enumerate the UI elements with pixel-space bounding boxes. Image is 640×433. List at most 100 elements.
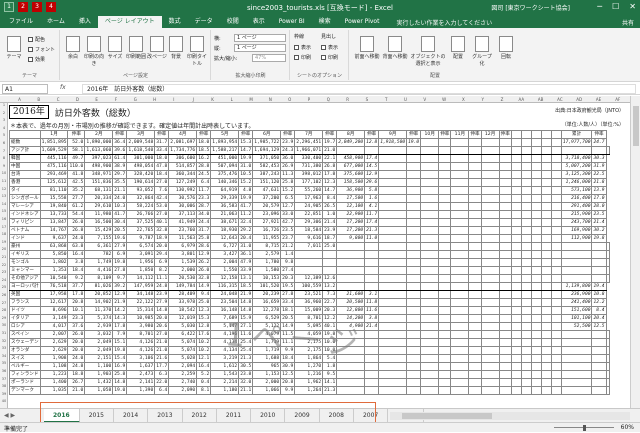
data-cell[interactable]: 68,131 [84,186,114,195]
data-cell[interactable] [560,362,593,371]
data-cell[interactable]: 10.2 [196,346,212,355]
row-header[interactable]: 25 [0,285,8,289]
theme-button[interactable]: テーマ [4,36,24,60]
data-cell[interactable] [364,386,380,395]
data-cell[interactable]: 348,971 [84,170,114,179]
data-cell[interactable]: 190,614 [126,178,156,187]
data-cell[interactable]: 29,610 [84,202,114,211]
data-cell[interactable] [550,330,562,339]
data-cell[interactable] [540,298,552,307]
data-cell[interactable] [520,322,532,331]
data-cell[interactable]: 1,580 [252,266,282,275]
horizontal-scrollbar[interactable] [390,412,630,420]
data-cell[interactable] [450,354,470,363]
data-cell[interactable]: 14.7 [238,146,254,155]
data-cell[interactable] [550,258,562,267]
data-cell[interactable]: 61.2 [67,202,86,211]
data-cell[interactable]: 21.4 [364,322,380,331]
column-header[interactable]: K [203,96,222,103]
data-cell[interactable]: 20,334 [84,194,114,203]
data-cell[interactable] [364,258,380,267]
data-cell[interactable] [605,378,610,387]
print-area-button[interactable]: 印刷範囲 [125,36,147,60]
data-cell[interactable]: 3,427 [210,250,240,259]
data-cell[interactable]: 22.0 [154,378,170,387]
data-cell[interactable]: 22,900 [336,210,366,219]
data-cell[interactable]: 158,500 [336,178,366,187]
data-cell[interactable] [336,370,366,379]
data-cell[interactable] [450,370,470,379]
data-cell[interactable] [510,186,522,195]
row-header[interactable]: 28 [0,308,8,312]
data-cell[interactable]: 3,106 [126,354,156,363]
data-cell[interactable] [530,154,542,163]
data-cell[interactable] [480,314,500,323]
data-cell[interactable] [530,210,542,219]
data-cell[interactable]: 26.8 [322,162,338,171]
data-cell[interactable]: 17.7 [154,362,170,371]
data-cell[interactable]: 301,000 [126,154,156,163]
data-cell[interactable]: 1,694,129 [252,146,282,155]
data-cell[interactable]: 25.8 [280,178,296,187]
data-cell[interactable] [540,226,552,235]
selection-pane-button[interactable]: オブジェクトの選択と表示 [410,36,446,67]
data-cell[interactable] [450,234,470,243]
data-cell[interactable]: 20.4 [591,314,607,323]
data-cell[interactable]: 21.8 [591,178,607,187]
data-cell[interactable] [406,194,422,203]
data-cell[interactable]: 3,801 [168,250,198,259]
data-cell[interactable] [540,242,552,251]
data-cell[interactable]: 58,224 [126,202,156,211]
column-header[interactable]: T [377,96,396,103]
data-cell[interactable]: 38,671 [210,218,240,227]
data-cell[interactable]: 24.0 [112,194,128,203]
data-cell[interactable] [450,258,470,267]
data-cell[interactable]: 32.8 [154,226,170,235]
data-cell[interactable]: 3,091 [126,250,156,259]
data-cell[interactable]: 26.2 [196,258,212,267]
data-cell[interactable] [498,346,512,355]
data-cell[interactable] [438,282,452,291]
data-cell[interactable]: 19.8 [591,234,607,243]
data-cell[interactable]: 26.0 [67,330,86,339]
data-cell[interactable] [420,138,440,147]
data-cell[interactable]: 101,100 [560,314,593,323]
data-cell[interactable]: 21.3 [364,226,380,235]
data-cell[interactable]: 19.9 [238,154,254,163]
data-cell[interactable] [540,354,552,363]
data-cell[interactable]: 5,074 [168,338,198,347]
tab-9[interactable]: 検索 [312,16,338,28]
data-cell[interactable]: 11.1 [154,274,170,283]
data-cell[interactable]: 12.2 [591,298,607,307]
data-cell[interactable] [378,338,408,347]
tab-1[interactable]: ホーム [40,16,72,28]
data-cell[interactable] [510,234,522,243]
row-header[interactable]: 7 [0,149,8,153]
data-cell[interactable] [480,250,500,259]
data-cell[interactable]: 10,985 [126,314,156,323]
data-cell[interactable] [540,282,552,291]
data-cell[interactable]: 23.8 [238,370,254,379]
data-cell[interactable] [438,218,452,227]
data-cell[interactable] [406,354,422,363]
data-cell[interactable] [450,290,470,299]
data-cell[interactable]: 41.7 [112,210,128,219]
data-cell[interactable] [498,226,512,235]
data-cell[interactable] [591,274,607,283]
data-cell[interactable] [438,186,452,195]
data-cell[interactable]: 28.0 [591,202,607,211]
data-cell[interactable] [450,226,470,235]
data-cell[interactable] [450,154,470,163]
data-cell[interactable]: 6,574 [126,242,156,251]
row-label[interactable]: フランス [9,298,41,307]
data-cell[interactable]: 306,600 [168,154,198,163]
data-cell[interactable]: 25.0 [322,242,338,251]
row-label[interactable]: 豪州 [9,242,41,251]
column-header[interactable]: E [87,96,106,103]
row-header[interactable]: 10 [0,171,8,175]
data-cell[interactable] [498,154,512,163]
column-label[interactable] [530,130,542,139]
data-cell[interactable]: 10.1 [67,306,86,315]
data-cell[interactable]: 20,500 [336,298,366,307]
data-cell[interactable] [322,266,338,275]
